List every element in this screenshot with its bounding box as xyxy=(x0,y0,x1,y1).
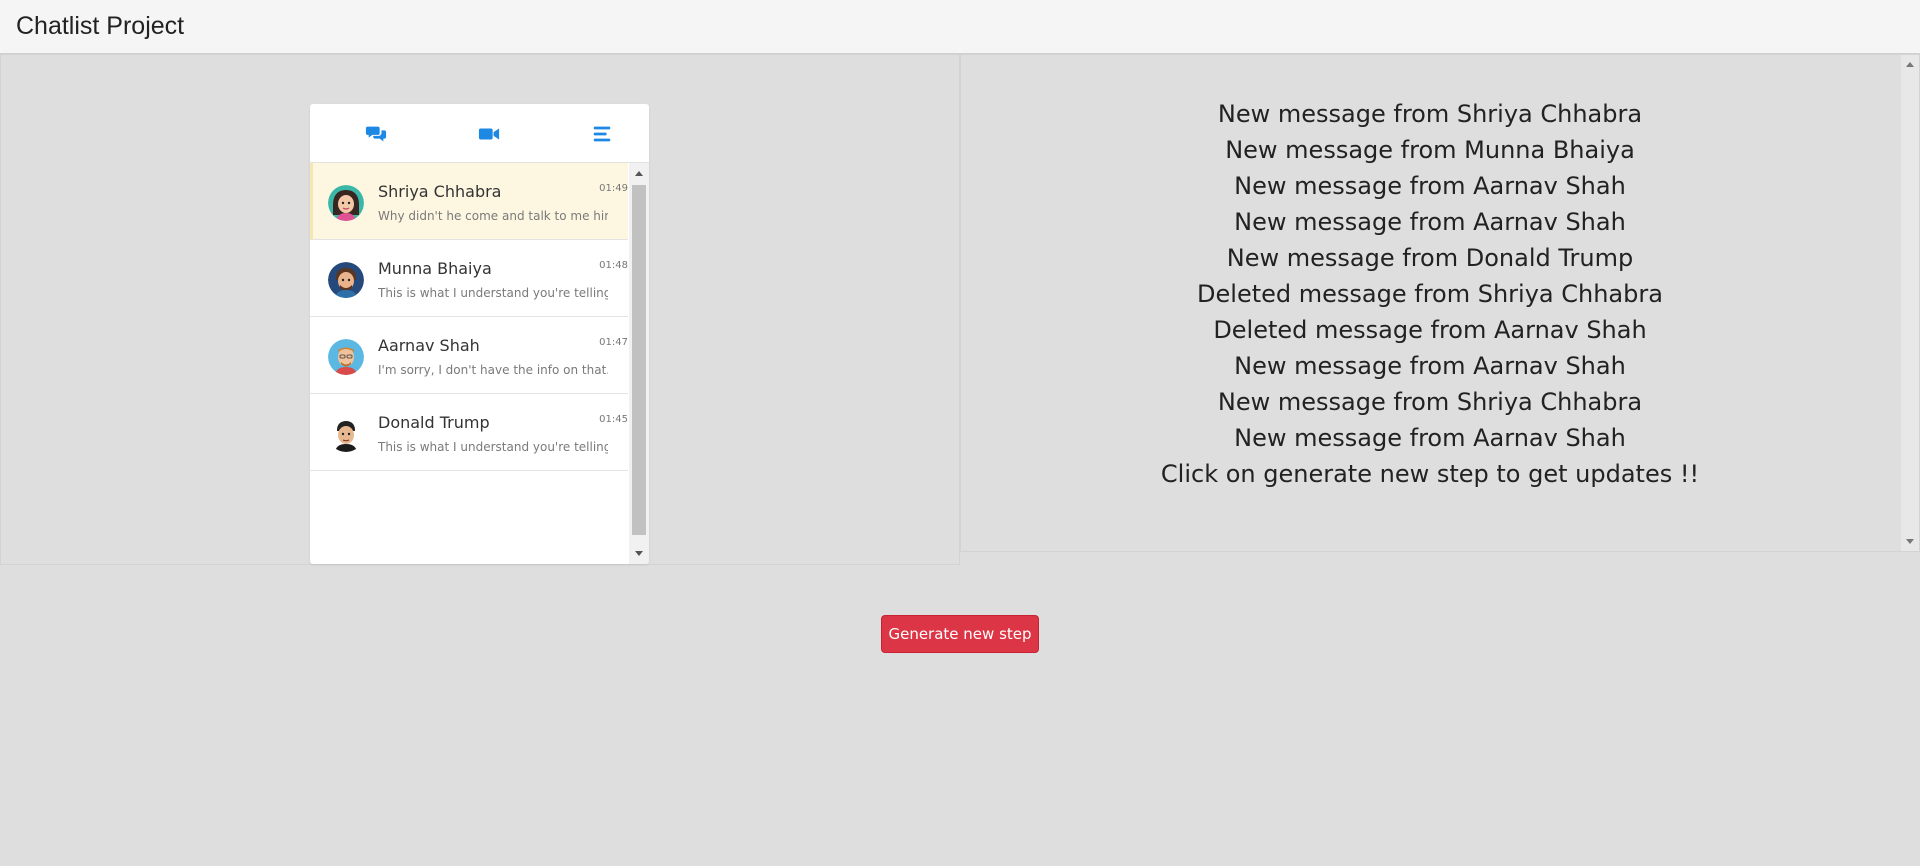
update-line: New message from Donald Trump xyxy=(1226,244,1634,272)
chat-name: Shriya Chhabra xyxy=(378,182,502,201)
avatar xyxy=(328,339,364,375)
update-line: Deleted message from Aarnav Shah xyxy=(1213,316,1647,344)
avatar xyxy=(328,416,364,452)
male-avatar-icon xyxy=(328,339,364,375)
chat-item-aarnav[interactable]: Aarnav Shah 01:47 I'm sorry, I don't hav… xyxy=(310,317,628,394)
chat-item-munna[interactable]: Munna Bhaiya 01:48 This is what I unders… xyxy=(310,240,628,317)
update-line: New message from Shriya Chhabra xyxy=(1217,388,1643,416)
chat-preview: This is what I understand you're telling… xyxy=(378,440,608,454)
updates-log: New message from Shriya Chhabra New mess… xyxy=(960,96,1900,492)
updates-scrollbar[interactable] xyxy=(1901,55,1919,551)
app-title: Chatlist Project xyxy=(16,12,185,40)
update-line: New message from Shriya Chhabra xyxy=(1217,100,1643,128)
chat-time: 01:49 xyxy=(599,183,628,194)
update-hint: Click on generate new step to get update… xyxy=(1160,460,1700,488)
avatar xyxy=(328,262,364,298)
avatar xyxy=(328,185,364,221)
tab-menu[interactable] xyxy=(589,121,615,147)
update-line: New message from Aarnav Shah xyxy=(1234,208,1626,236)
chat-name: Aarnav Shah xyxy=(378,336,480,355)
female-avatar-icon xyxy=(328,185,364,221)
chat-item-shriya[interactable]: Shriya Chhabra 01:49 Why didn't he come … xyxy=(310,163,628,240)
chat-name: Munna Bhaiya xyxy=(378,259,492,278)
chat-time: 01:48 xyxy=(599,260,628,271)
chat-preview: This is what I understand you're telling… xyxy=(378,286,608,300)
navbar: Chatlist Project xyxy=(0,0,1920,54)
video-camera-icon xyxy=(478,128,500,140)
chat-time: 01:47 xyxy=(599,337,628,348)
scroll-down-arrow-icon[interactable] xyxy=(1901,534,1919,548)
chat-name: Donald Trump xyxy=(378,413,490,432)
chat-bubbles-icon xyxy=(365,126,387,142)
chat-card: Shriya Chhabra 01:49 Why didn't he come … xyxy=(310,104,649,564)
update-line: New message from Aarnav Shah xyxy=(1234,352,1626,380)
update-line: Deleted message from Shriya Chhabra xyxy=(1197,280,1663,308)
scroll-up-arrow-icon[interactable] xyxy=(629,166,649,182)
chat-list-scrollbar[interactable] xyxy=(629,163,649,564)
scrollbar-thumb[interactable] xyxy=(632,185,646,535)
generate-new-step-button[interactable]: Generate new step xyxy=(881,615,1039,653)
chat-preview: I'm sorry, I don't have the info on that… xyxy=(378,363,608,377)
male-avatar-icon xyxy=(328,262,364,298)
chat-tabs xyxy=(310,104,649,163)
scroll-up-arrow-icon[interactable] xyxy=(1901,58,1919,72)
tab-video[interactable] xyxy=(476,121,502,147)
male-avatar-icon xyxy=(328,416,364,452)
chat-time: 01:45 xyxy=(599,414,628,425)
scroll-down-arrow-icon[interactable] xyxy=(629,545,649,561)
update-line: New message from Aarnav Shah xyxy=(1234,172,1626,200)
chat-preview: Why didn't he come and talk to me himse.… xyxy=(378,209,608,223)
update-line: New message from Munna Bhaiya xyxy=(1225,136,1635,164)
chat-item-donald[interactable]: Donald Trump 01:45 This is what I unders… xyxy=(310,394,628,471)
chat-list: Shriya Chhabra 01:49 Why didn't he come … xyxy=(310,163,628,564)
tab-chats[interactable] xyxy=(363,121,389,147)
update-line: New message from Aarnav Shah xyxy=(1234,424,1626,452)
menu-icon xyxy=(593,126,611,142)
